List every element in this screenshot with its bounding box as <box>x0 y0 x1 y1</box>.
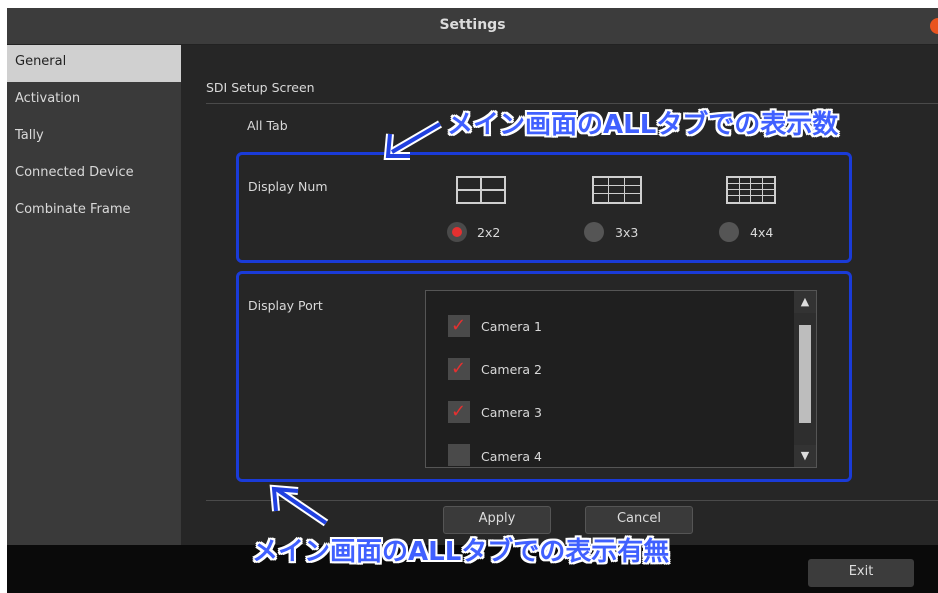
sidebar-item-activation[interactable]: Activation <box>7 82 181 119</box>
annotation-top-text: メイン画面のALLタブでの表示数 <box>447 110 839 140</box>
title-bar: Settings <box>7 8 938 45</box>
sidebar: General Activation Tally Connected Devic… <box>7 45 181 545</box>
tab-label: All Tab <box>247 118 288 133</box>
annotation-bottom-text: メイン画面のALLタブでの表示有無 <box>252 537 670 567</box>
cancel-button[interactable]: Cancel <box>585 506 693 534</box>
annotation-arrow-icon <box>383 120 443 160</box>
exit-button[interactable]: Exit <box>808 559 914 587</box>
sidebar-item-connected-device[interactable]: Connected Device <box>7 156 181 193</box>
window-title: Settings <box>439 17 506 33</box>
apply-button[interactable]: Apply <box>443 506 551 534</box>
annotation-box-display-port <box>236 271 852 482</box>
section-title: SDI Setup Screen <box>206 80 315 95</box>
sidebar-item-combinate-frame[interactable]: Combinate Frame <box>7 193 181 230</box>
annotation-box-display-num <box>236 152 852 263</box>
sidebar-item-tally[interactable]: Tally <box>7 119 181 156</box>
sidebar-item-general[interactable]: General <box>7 45 181 82</box>
annotation-arrow-icon <box>269 484 329 527</box>
